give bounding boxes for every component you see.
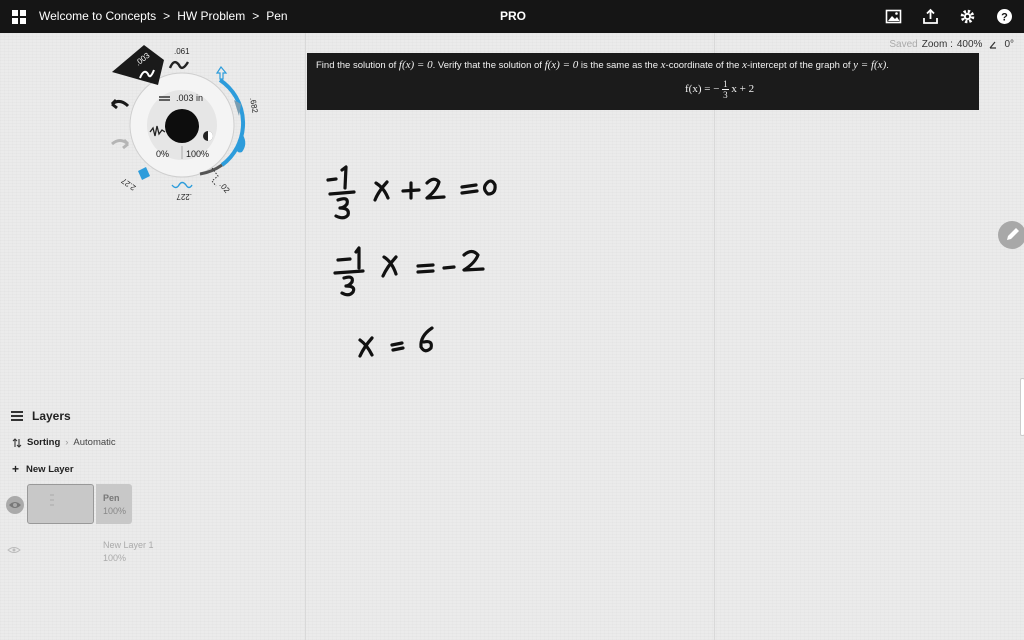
opacity-min: 0% bbox=[156, 149, 169, 159]
handwritten-solution[interactable] bbox=[320, 160, 520, 360]
top-bar: Welcome to Concepts > HW Problem > Pen P… bbox=[0, 0, 1024, 33]
breadcrumb-separator: > bbox=[252, 9, 260, 23]
problem-image[interactable]: Find the solution of f(x) = 0. Verify th… bbox=[307, 53, 979, 110]
grid-line bbox=[305, 33, 306, 640]
scroll-handle[interactable] bbox=[1020, 378, 1024, 436]
tool-wheel[interactable]: .003 .003 in 0% 100% .061 .682 .02 .227 … bbox=[100, 40, 270, 210]
undo-icon bbox=[110, 98, 130, 110]
layer-name: Pen bbox=[103, 493, 120, 503]
canvas-status: Saved Zoom : 400% 0° bbox=[889, 39, 1014, 50]
layer-opacity: 100% bbox=[103, 506, 127, 516]
sort-icon bbox=[12, 437, 22, 448]
value-682: .682 bbox=[248, 97, 260, 114]
svg-text:?: ? bbox=[1001, 12, 1008, 24]
new-layer-label: New Layer bbox=[26, 463, 74, 475]
value-227b: 2.27 bbox=[119, 176, 137, 193]
opacity-max: 100% bbox=[186, 149, 209, 159]
breadcrumb-item-drawing[interactable]: HW Problem bbox=[177, 9, 245, 23]
redo-icon bbox=[111, 138, 130, 150]
layers-icon bbox=[11, 411, 23, 421]
layer-item-pen[interactable] bbox=[96, 484, 132, 524]
active-pen-icon bbox=[236, 135, 246, 153]
arrow-up-icon bbox=[215, 65, 228, 80]
pencil-icon bbox=[1007, 228, 1019, 240]
marker-tool-icon bbox=[138, 167, 150, 180]
brush-size-alt: .061 bbox=[174, 47, 190, 56]
grid-line bbox=[714, 33, 715, 640]
saved-indicator: Saved bbox=[889, 39, 918, 50]
value-02: .02 bbox=[217, 181, 231, 196]
sorting-label: Sorting bbox=[27, 437, 61, 448]
value-227: .227 bbox=[176, 192, 192, 201]
breadcrumb-item-gallery[interactable]: Welcome to Concepts bbox=[39, 9, 156, 23]
sorting-value: Automatic bbox=[73, 437, 116, 448]
share-icon[interactable] bbox=[922, 8, 939, 25]
problem-formula: f(x) = − 13 x + 2 bbox=[685, 79, 755, 100]
sorting-control[interactable]: Sorting › Automatic bbox=[12, 437, 116, 448]
help-icon[interactable]: ? bbox=[996, 8, 1013, 25]
rotation-value[interactable]: 0° bbox=[1004, 39, 1014, 50]
layers-header[interactable]: Layers bbox=[10, 409, 71, 423]
breadcrumb-item-tool[interactable]: Pen bbox=[266, 9, 287, 23]
zoom-value[interactable]: 400% bbox=[957, 39, 983, 50]
layers-panel: Layers Sorting › Automatic + New Layer P… bbox=[0, 400, 300, 580]
plus-icon: + bbox=[12, 462, 20, 476]
brush-size-inch: .003 in bbox=[176, 93, 203, 103]
zoom-label: Zoom : bbox=[921, 39, 953, 50]
image-icon[interactable] bbox=[885, 8, 902, 25]
rotation-angle-icon bbox=[989, 41, 997, 49]
eye-icon[interactable] bbox=[6, 496, 24, 514]
layers-title: Layers bbox=[32, 409, 71, 423]
color-swatch bbox=[165, 109, 199, 143]
new-layer-button[interactable]: + New Layer bbox=[12, 462, 74, 476]
chevron-right-icon: › bbox=[65, 437, 69, 448]
eye-icon[interactable] bbox=[7, 545, 21, 555]
problem-text: Find the solution of f(x) = 0. Verify th… bbox=[316, 59, 889, 71]
layer-name[interactable]: New Layer 1 bbox=[103, 540, 154, 550]
gallery-grid-icon[interactable] bbox=[12, 10, 26, 24]
breadcrumb: Welcome to Concepts > HW Problem > Pen bbox=[39, 9, 288, 23]
wave-tool-icon bbox=[171, 181, 193, 189]
gear-icon[interactable] bbox=[959, 8, 976, 25]
layer-opacity: 100% bbox=[103, 553, 127, 563]
pro-button[interactable]: PRO bbox=[500, 9, 526, 23]
edit-pencil-button[interactable] bbox=[998, 221, 1024, 249]
breadcrumb-separator: > bbox=[163, 9, 171, 23]
layer-thumbnail[interactable] bbox=[27, 484, 94, 524]
